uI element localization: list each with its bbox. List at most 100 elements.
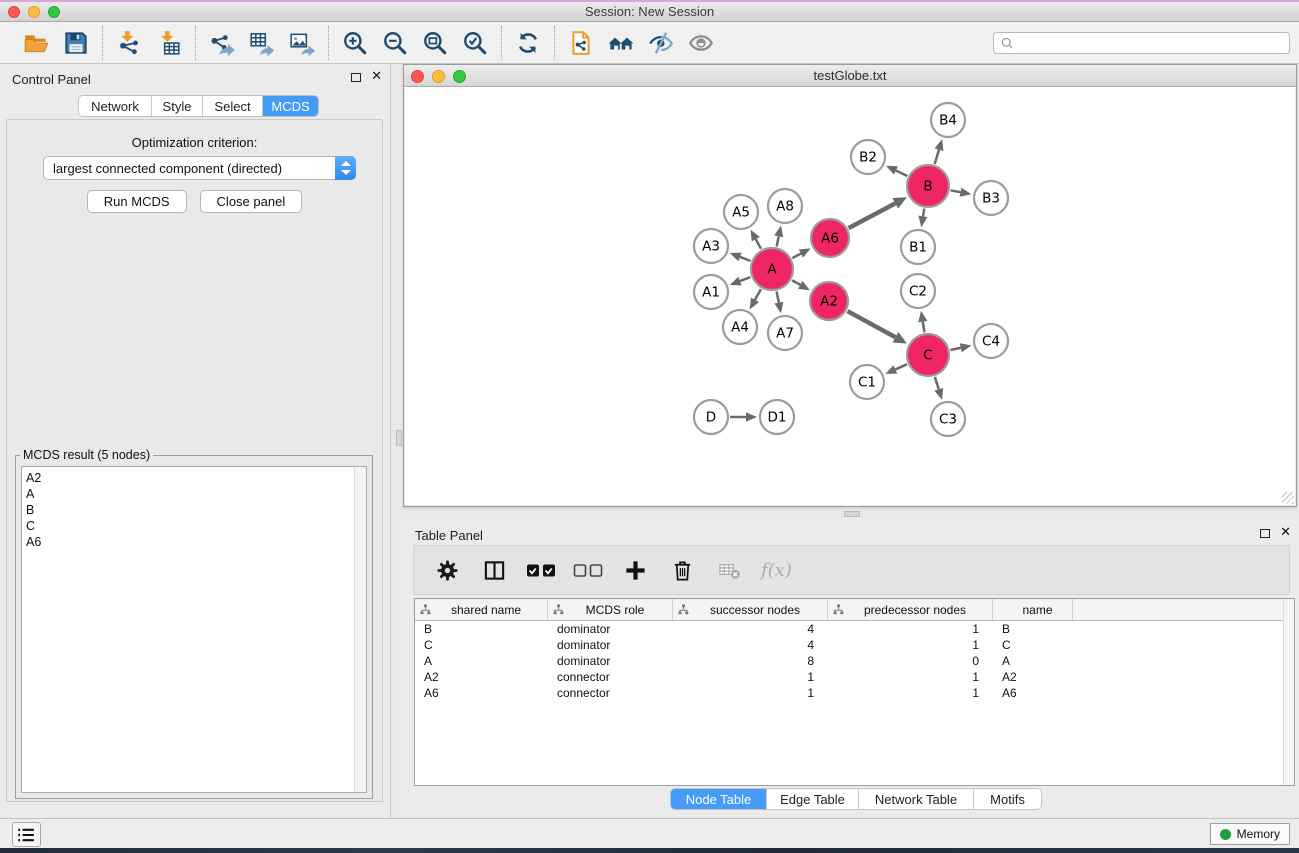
table-cell[interactable]: A [993, 653, 1073, 669]
edge-B-B4[interactable] [935, 150, 939, 164]
column-header-MCDS-role[interactable]: MCDS role [548, 599, 673, 620]
criterion-dropdown[interactable]: largest connected component (directed) [43, 156, 356, 180]
edge-B-B3[interactable] [951, 190, 961, 192]
edge-C-C3[interactable] [935, 377, 939, 389]
mcds-result-item[interactable]: A2 [26, 470, 350, 486]
edge-B-B2[interactable] [896, 170, 907, 176]
result-list-scrollbar[interactable] [354, 467, 366, 792]
mcds-result-item[interactable]: A [26, 486, 350, 502]
edge-A-A7[interactable] [777, 292, 779, 303]
table-cell[interactable]: connector [548, 685, 673, 701]
table-row[interactable]: Bdominator41B [415, 621, 1294, 637]
edge-A-A8[interactable] [777, 236, 779, 246]
edge-A2-C[interactable] [847, 311, 895, 337]
import-network-icon[interactable] [115, 29, 143, 57]
main-titlebar[interactable]: Session: New Session [0, 2, 1299, 22]
tab-style[interactable]: Style [151, 96, 202, 116]
column-header-name[interactable]: name [993, 599, 1073, 620]
hide-graphics-details-icon[interactable] [647, 29, 675, 57]
show-graphics-details-icon[interactable] [687, 29, 715, 57]
table-cell[interactable]: 4 [673, 621, 828, 637]
table-row[interactable]: Cdominator41C [415, 637, 1294, 653]
table-settings-icon[interactable] [432, 555, 462, 585]
home-icon[interactable] [607, 29, 635, 57]
close-panel-button[interactable]: Close panel [200, 190, 303, 213]
mcds-result-item[interactable]: A6 [26, 534, 350, 550]
edge-B-B1[interactable] [923, 209, 924, 217]
table-row[interactable]: A2connector11A2 [415, 669, 1294, 685]
tab-node-table[interactable]: Node Table [671, 789, 766, 809]
edge-A-A5[interactable] [756, 239, 761, 249]
edge-A-A6[interactable] [792, 254, 801, 259]
task-history-button[interactable] [12, 822, 41, 847]
delete-column-icon[interactable] [667, 555, 697, 585]
table-cell[interactable]: dominator [548, 653, 673, 669]
export-image-icon[interactable] [288, 29, 316, 57]
edge-A6-B[interactable] [849, 203, 896, 228]
edge-A-A1[interactable] [740, 277, 750, 281]
column-header-successor-nodes[interactable]: successor nodes [673, 599, 828, 620]
float-table-panel-icon[interactable] [1260, 529, 1270, 538]
table-cell[interactable]: C [415, 637, 548, 653]
zoom-fit-icon[interactable] [421, 29, 449, 57]
export-table-icon[interactable] [248, 29, 276, 57]
close-table-panel-icon[interactable]: ✕ [1280, 528, 1291, 538]
table-cell[interactable]: 1 [828, 637, 993, 653]
table-cell[interactable]: A [415, 653, 548, 669]
zoom-out-icon[interactable] [381, 29, 409, 57]
close-panel-icon[interactable]: ✕ [371, 72, 382, 82]
table-cell[interactable]: 1 [673, 685, 828, 701]
table-scrollbar[interactable] [1283, 599, 1294, 785]
tab-network[interactable]: Network [79, 96, 151, 116]
search-field[interactable] [993, 32, 1290, 54]
table-cell[interactable]: 1 [828, 621, 993, 637]
column-header-predecessor-nodes[interactable]: predecessor nodes [828, 599, 993, 620]
network-canvas[interactable]: B4B2BB3A5A8A6B1A3AA1C2A2A4A7CC4C1C3DD1 [405, 87, 1295, 505]
mcds-result-item[interactable]: B [26, 502, 350, 518]
table-cell[interactable]: C [993, 637, 1073, 653]
column-header-shared-name[interactable]: shared name [415, 599, 548, 620]
edge-C-C2[interactable] [923, 322, 925, 333]
table-cell[interactable]: connector [548, 669, 673, 685]
export-network-icon[interactable] [208, 29, 236, 57]
edge-A-A4[interactable] [755, 289, 761, 300]
search-input[interactable] [1015, 34, 1289, 52]
table-cell[interactable]: dominator [548, 637, 673, 653]
tab-select[interactable]: Select [202, 96, 262, 116]
zoom-selected-icon[interactable] [461, 29, 489, 57]
table-cell[interactable]: B [993, 621, 1073, 637]
horizontal-splitter-handle[interactable] [844, 511, 860, 517]
refresh-icon[interactable] [514, 29, 542, 57]
table-cell[interactable]: 4 [673, 637, 828, 653]
table-cell[interactable]: A2 [415, 669, 548, 685]
edge-A-A3[interactable] [740, 257, 750, 261]
split-panel-icon[interactable] [479, 555, 509, 585]
table-cell[interactable]: 8 [673, 653, 828, 669]
window-resize-grip[interactable] [1282, 492, 1294, 504]
tab-network-table[interactable]: Network Table [858, 789, 973, 809]
table-cell[interactable]: A2 [993, 669, 1073, 685]
table-cell[interactable]: B [415, 621, 548, 637]
deselect-all-columns-icon[interactable] [573, 555, 603, 585]
network-window-titlebar[interactable]: testGlobe.txt [404, 65, 1296, 87]
save-session-icon[interactable] [62, 29, 90, 57]
float-panel-icon[interactable] [351, 73, 361, 82]
import-table-icon[interactable] [155, 29, 183, 57]
node-table[interactable]: shared nameMCDS rolesuccessor nodesprede… [414, 598, 1295, 786]
add-column-icon[interactable] [620, 555, 650, 585]
table-cell[interactable]: 1 [828, 685, 993, 701]
edge-C-C4[interactable] [950, 348, 960, 350]
table-cell[interactable]: A6 [415, 685, 548, 701]
open-network-file-icon[interactable] [567, 29, 595, 57]
tab-mcds[interactable]: MCDS [262, 96, 318, 116]
run-mcds-button[interactable]: Run MCDS [87, 190, 187, 213]
mcds-result-list[interactable]: A2ABCA6 [21, 466, 367, 793]
tab-motifs[interactable]: Motifs [973, 789, 1041, 809]
table-cell[interactable]: 1 [673, 669, 828, 685]
table-row[interactable]: Adominator80A [415, 653, 1294, 669]
mcds-result-item[interactable]: C [26, 518, 350, 534]
tab-edge-table[interactable]: Edge Table [766, 789, 858, 809]
edge-A-A2[interactable] [792, 280, 800, 285]
table-cell[interactable]: 1 [828, 669, 993, 685]
memory-button[interactable]: Memory [1210, 823, 1290, 845]
